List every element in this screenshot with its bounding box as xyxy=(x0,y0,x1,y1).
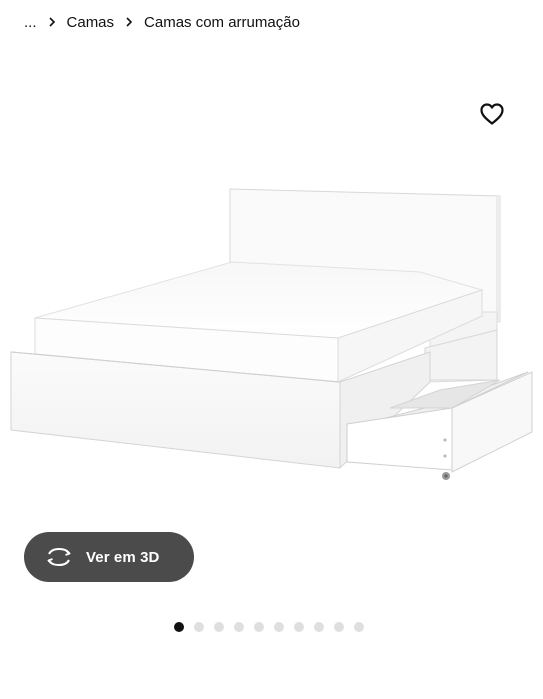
carousel-dot[interactable] xyxy=(254,622,264,632)
carousel-dot[interactable] xyxy=(234,622,244,632)
bed-illustration xyxy=(10,188,533,480)
breadcrumb-ellipsis[interactable]: ... xyxy=(24,14,37,31)
breadcrumb: ... Camas Camas com arrumação xyxy=(24,10,300,34)
carousel-dot[interactable] xyxy=(314,622,324,632)
breadcrumb-item-camas[interactable]: Camas xyxy=(67,14,115,31)
heart-outline-icon xyxy=(480,103,504,125)
product-page: ... Camas Camas com arrumação Ver em 3D xyxy=(0,0,543,699)
chevron-right-icon xyxy=(47,16,57,28)
carousel-dot[interactable] xyxy=(194,622,204,632)
carousel-dot[interactable] xyxy=(174,622,184,632)
rotate-3d-icon xyxy=(44,545,74,569)
favorite-button[interactable] xyxy=(478,100,506,128)
carousel-dot[interactable] xyxy=(294,622,304,632)
carousel-dot[interactable] xyxy=(214,622,224,632)
breadcrumb-item-camas-com-arrumacao[interactable]: Camas com arrumação xyxy=(144,14,300,31)
carousel-dot[interactable] xyxy=(354,622,364,632)
carousel-indicators xyxy=(174,622,374,632)
view-in-3d-button[interactable]: Ver em 3D xyxy=(24,532,194,582)
product-image[interactable] xyxy=(0,150,543,530)
view-in-3d-label: Ver em 3D xyxy=(86,548,160,566)
carousel-dot[interactable] xyxy=(334,622,344,632)
chevron-right-icon xyxy=(124,16,134,28)
carousel-dot[interactable] xyxy=(274,622,284,632)
